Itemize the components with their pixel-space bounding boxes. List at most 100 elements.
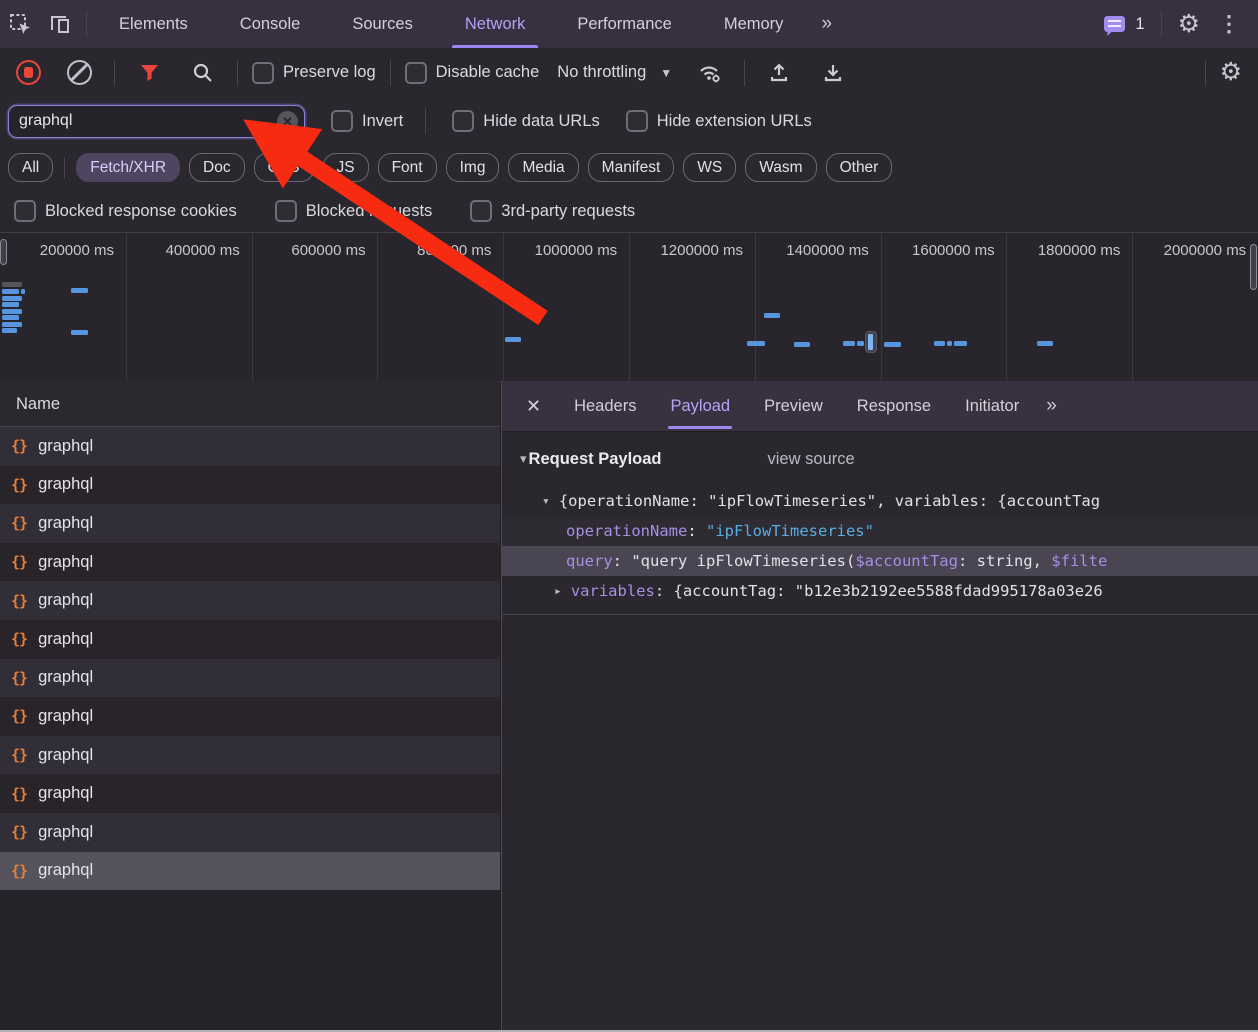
waterfall-bar bbox=[2, 322, 22, 327]
device-toolbar-icon[interactable] bbox=[40, 7, 80, 41]
network-settings-gear-icon[interactable]: ⚙ bbox=[1220, 60, 1242, 85]
overview-right-handle[interactable] bbox=[1250, 244, 1257, 290]
clear-network-log-icon[interactable] bbox=[67, 60, 92, 85]
more-details-tabs-icon[interactable]: » bbox=[1036, 395, 1065, 417]
checkbox-blocked-response-cookies[interactable]: Blocked response cookies bbox=[14, 200, 237, 222]
network-overview-timeline[interactable]: 200000 ms400000 ms600000 ms800000 ms1000… bbox=[0, 232, 1258, 382]
filter-chip-other[interactable]: Other bbox=[826, 153, 893, 182]
request-row[interactable]: {}graphql bbox=[0, 697, 500, 736]
checkbox-blocked-requests[interactable]: Blocked requests bbox=[275, 200, 433, 222]
request-row[interactable]: {}graphql bbox=[0, 736, 500, 775]
payload-row[interactable]: operationName: "ipFlowTimeseries" bbox=[502, 516, 1258, 546]
tab-memory[interactable]: Memory bbox=[698, 1, 810, 48]
issues-button[interactable]: 1 bbox=[1104, 15, 1144, 34]
issues-icon bbox=[1104, 16, 1125, 32]
tab-elements[interactable]: Elements bbox=[93, 1, 214, 48]
checkbox-label: 3rd-party requests bbox=[501, 202, 635, 221]
filter-chip-css[interactable]: CSS bbox=[254, 153, 314, 182]
collapse-triangle-icon[interactable]: ▾ bbox=[520, 451, 527, 467]
request-row[interactable]: {}graphql bbox=[0, 620, 500, 659]
tab-console[interactable]: Console bbox=[214, 1, 327, 48]
filter-chip-img[interactable]: Img bbox=[446, 153, 500, 182]
details-tabs: HeadersPayloadPreviewResponseInitiator bbox=[557, 381, 1036, 431]
details-tab-preview[interactable]: Preview bbox=[747, 381, 840, 431]
timeline-tick-label: 1400000 ms bbox=[757, 242, 869, 259]
collapse-triangle-icon[interactable]: ▾ bbox=[542, 494, 550, 509]
throttling-select[interactable]: No throttling ▼ bbox=[553, 63, 676, 82]
search-icon[interactable] bbox=[183, 56, 223, 90]
details-tab-payload[interactable]: Payload bbox=[653, 381, 747, 431]
filter-funnel-icon[interactable] bbox=[129, 56, 169, 90]
filter-chip-fetch-xhr[interactable]: Fetch/XHR bbox=[76, 153, 180, 182]
view-source-link[interactable]: view source bbox=[768, 450, 855, 469]
request-row[interactable]: {}graphql bbox=[0, 427, 500, 466]
timeline-tick-label: 1000000 ms bbox=[505, 242, 617, 259]
request-type-chips: All Fetch/XHR Doc CSS JS Font Img Media Manifest… bbox=[0, 145, 1258, 190]
json-icon: {} bbox=[11, 823, 27, 841]
tab-sources[interactable]: Sources bbox=[326, 1, 439, 48]
filter-chip-js[interactable]: JS bbox=[323, 153, 369, 182]
name-column-header[interactable]: Name bbox=[0, 381, 500, 427]
waterfall-bar bbox=[884, 342, 901, 347]
tab-network[interactable]: Network bbox=[439, 1, 552, 48]
waterfall-bar bbox=[857, 341, 864, 346]
inspect-element-icon[interactable] bbox=[0, 7, 40, 41]
payload-tree: operationName: "ipFlowTimeseries"query: … bbox=[502, 516, 1258, 606]
checkbox-box bbox=[452, 110, 474, 132]
details-tab-response[interactable]: Response bbox=[840, 381, 948, 431]
import-har-icon[interactable] bbox=[759, 56, 799, 90]
payload-row[interactable]: query: "query ipFlowTimeseries($accountT… bbox=[502, 546, 1258, 576]
settings-gear-icon[interactable]: ⚙ bbox=[1178, 12, 1200, 37]
filter-input[interactable] bbox=[8, 105, 305, 138]
filter-chip-ws[interactable]: WS bbox=[683, 153, 736, 182]
record-network-log-button[interactable] bbox=[16, 60, 41, 85]
payload-row[interactable]: ▸variables: {accountTag: "b12e3b2192ee55… bbox=[502, 576, 1258, 606]
payload-text: "ipFlowTimeseries" bbox=[706, 522, 874, 540]
filter-chip-font[interactable]: Font bbox=[378, 153, 437, 182]
waterfall-bar bbox=[2, 296, 22, 301]
filter-chip-manifest[interactable]: Manifest bbox=[588, 153, 675, 182]
json-icon: {} bbox=[11, 707, 27, 725]
preserve-log-checkbox[interactable]: Preserve log bbox=[252, 62, 376, 84]
network-conditions-icon[interactable] bbox=[690, 56, 730, 90]
more-tabs-icon[interactable]: » bbox=[809, 13, 842, 35]
waterfall-bar bbox=[2, 282, 22, 287]
request-row[interactable]: {}graphql bbox=[0, 813, 500, 852]
details-tab-initiator[interactable]: Initiator bbox=[948, 381, 1036, 431]
timeline-gridline bbox=[377, 233, 378, 381]
details-tab-headers[interactable]: Headers bbox=[557, 381, 653, 431]
timeline-tick-label: 1600000 ms bbox=[883, 242, 995, 259]
close-icon[interactable]: ✕ bbox=[514, 396, 553, 417]
waterfall-bar bbox=[954, 341, 967, 346]
expand-triangle-icon[interactable]: ▸ bbox=[554, 584, 562, 599]
request-row[interactable]: {}graphql bbox=[0, 659, 500, 698]
request-row[interactable]: {}graphql bbox=[0, 774, 500, 813]
request-row[interactable]: {}graphql bbox=[0, 581, 500, 620]
request-row[interactable]: {}graphql bbox=[0, 504, 500, 543]
filter-chip-doc[interactable]: Doc bbox=[189, 153, 245, 182]
record-icon bbox=[24, 67, 33, 78]
clear-filter-icon[interactable]: ✕ bbox=[277, 111, 298, 132]
tab-performance[interactable]: Performance bbox=[551, 1, 697, 48]
invert-checkbox[interactable]: Invert bbox=[331, 110, 403, 132]
payload-summary-row[interactable]: ▾ {operationName: "ipFlowTimeseries", va… bbox=[502, 486, 1258, 516]
filter-chip-media[interactable]: Media bbox=[508, 153, 578, 182]
request-row[interactable]: {}graphql bbox=[0, 852, 500, 891]
timeline-gridline bbox=[755, 233, 756, 381]
timeline-tick-label: 1800000 ms bbox=[1008, 242, 1120, 259]
filter-chip-wasm[interactable]: Wasm bbox=[745, 153, 816, 182]
filter-chip-all[interactable]: All bbox=[8, 153, 53, 182]
kebab-menu-icon[interactable]: ⋮ bbox=[1210, 11, 1248, 37]
timeline-tick-label: 400000 ms bbox=[128, 242, 240, 259]
hide-data-urls-checkbox[interactable]: Hide data URLs bbox=[452, 110, 599, 132]
hide-extension-urls-checkbox[interactable]: Hide extension URLs bbox=[626, 110, 812, 132]
waterfall-bar bbox=[747, 341, 765, 346]
export-har-icon[interactable] bbox=[813, 56, 853, 90]
request-row[interactable]: {}graphql bbox=[0, 466, 500, 505]
request-row[interactable]: {}graphql bbox=[0, 543, 500, 582]
request-payload-section[interactable]: ▾ Request Payload view source bbox=[502, 444, 1258, 474]
checkbox-3rd-party-requests[interactable]: 3rd-party requests bbox=[470, 200, 635, 222]
request-name: graphql bbox=[38, 668, 93, 687]
request-name: graphql bbox=[38, 630, 93, 649]
disable-cache-checkbox[interactable]: Disable cache bbox=[405, 62, 540, 84]
